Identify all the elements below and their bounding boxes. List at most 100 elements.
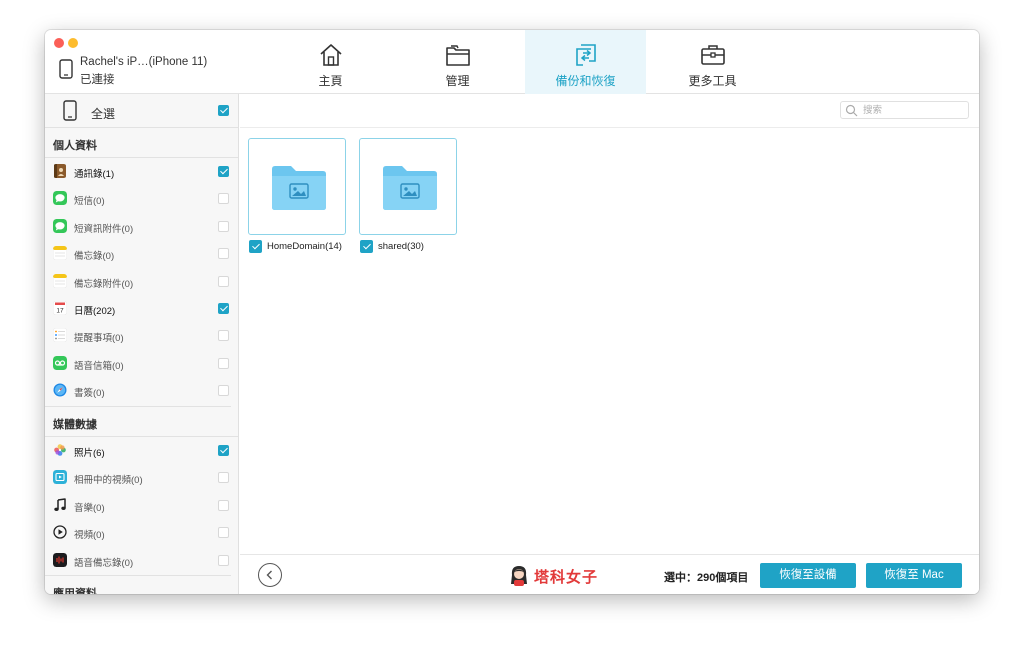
folder-label: HomeDomain(14) (267, 241, 342, 252)
sidebar-item-checkbox[interactable] (218, 472, 229, 484)
close-window-button[interactable] (54, 38, 64, 48)
restore-to-device-button[interactable]: 恢復至設備 (760, 563, 856, 588)
notes-attachments-icon (53, 273, 67, 288)
sidebar-item-label: 語音備忘錄(0) (74, 557, 134, 569)
section-media-data: 媒體數據 (45, 407, 238, 437)
section-app-data: 應用資料 (45, 576, 238, 594)
restore-to-mac-button[interactable]: 恢復至 Mac (866, 563, 962, 588)
sidebar-item-label: 音樂(0) (74, 502, 105, 514)
folder-card-homedomain[interactable] (248, 138, 346, 235)
sidebar-item[interactable]: 相冊中的視頻(0) (45, 464, 238, 491)
svg-text:17: 17 (56, 308, 64, 315)
sidebar-item-checkbox[interactable] (218, 166, 229, 177)
sidebar-item[interactable]: 備忘錄(0) (45, 240, 238, 267)
brand-text: 塔科女子 (534, 569, 599, 586)
sidebar-item-label: 語音信箱(0) (74, 360, 124, 372)
search-bar (240, 94, 979, 128)
iphone-icon (59, 59, 73, 79)
photo-folder-icon (383, 166, 437, 210)
sidebar-item-checkbox[interactable] (218, 385, 229, 397)
minimize-window-button[interactable] (68, 38, 78, 48)
folder-card-shared[interactable] (359, 138, 457, 235)
folder-checkbox[interactable] (249, 240, 262, 253)
tab-manage-label: 管理 (445, 74, 470, 88)
sidebar-item-label: 短信(0) (74, 196, 105, 208)
sidebar-item-label: 視頻(0) (74, 530, 105, 542)
search-icon (845, 104, 858, 117)
photos-icon (54, 444, 66, 456)
toolbox-icon (701, 45, 725, 65)
sidebar-item-label: 日曆(202) (74, 306, 116, 317)
search-input[interactable] (863, 103, 963, 117)
sidebar-item[interactable]: 備忘錄附件(0) (45, 268, 238, 295)
brand-avatar-icon (511, 566, 527, 586)
sidebar-item-checkbox[interactable] (218, 527, 229, 539)
app-window: Rachel's iP…(iPhone 11) 已連接 主頁 管理 備份和恢復 … (45, 30, 979, 594)
messages-icon (53, 191, 67, 206)
iphone-icon (63, 100, 77, 121)
sidebar-item[interactable]: 書簽(0) (45, 377, 238, 404)
section-personal-data: 個人資料 (45, 128, 238, 158)
search-field[interactable] (840, 101, 969, 119)
music-icon (54, 497, 66, 511)
voice-memos-icon (53, 552, 67, 567)
select-all-label: 全選 (91, 107, 116, 121)
home-icon (320, 44, 342, 66)
tab-backup-restore-label: 備份和恢復 (555, 74, 616, 88)
sidebar-item-checkbox[interactable] (218, 330, 229, 342)
sidebar-item-checkbox[interactable] (218, 554, 229, 566)
sidebar-item[interactable]: 提醒事項(0) (45, 322, 238, 349)
sidebar-item-label: 提醒事項(0) (74, 333, 124, 345)
select-all-row[interactable]: 全選 (45, 94, 238, 128)
sidebar-item[interactable]: 語音信箱(0) (45, 350, 238, 377)
video-icon (53, 525, 67, 539)
message-attachments-icon (53, 218, 67, 233)
sidebar-item[interactable]: 短資訊附件(0) (45, 213, 238, 240)
footer-bar: 塔科女子 選中：290個項目 恢復至設備 恢復至 Mac (240, 554, 979, 594)
sidebar-item-label: 書簽(0) (74, 388, 105, 400)
sidebar: 全選 個人資料 通訊錄(1) 短信(0) 短資訊附件(0) 備忘錄(0) 備忘錄附件(0… (45, 94, 239, 594)
select-all-checkbox[interactable] (218, 105, 229, 116)
sidebar-item[interactable]: 語音備忘錄(0) (45, 547, 238, 574)
sidebar-item-label: 通訊錄(1) (74, 169, 115, 180)
sidebar-item-label: 短資訊附件(0) (74, 223, 134, 235)
tab-home[interactable]: 主頁 (270, 30, 391, 94)
voicemail-icon (53, 355, 67, 370)
sidebar-item[interactable]: 照片(6) (45, 437, 238, 464)
tab-more-tools[interactable]: 更多工具 (652, 30, 773, 94)
sidebar-item-checkbox[interactable] (218, 357, 229, 369)
device-name: Rachel's iP…(iPhone 11) (80, 56, 208, 68)
tab-home-label: 主頁 (318, 74, 343, 88)
contacts-icon (54, 164, 66, 178)
sidebar-item-checkbox[interactable] (218, 248, 229, 260)
chevron-left-icon (266, 570, 272, 580)
sidebar-item[interactable]: 17 日曆(202) (45, 295, 238, 322)
sidebar-item-label: 相冊中的視頻(0) (74, 475, 143, 487)
sidebar-item-checkbox[interactable] (218, 499, 229, 511)
folder-checkbox[interactable] (360, 240, 373, 253)
sidebar-item[interactable]: 通訊錄(1) (45, 158, 238, 185)
tab-more-tools-label: 更多工具 (688, 74, 737, 88)
sidebar-item-label: 照片(6) (74, 448, 105, 459)
back-button[interactable] (258, 563, 282, 587)
sidebar-item-label: 備忘錄(0) (74, 251, 115, 263)
sidebar-item-checkbox[interactable] (218, 445, 229, 456)
sidebar-item-checkbox[interactable] (218, 275, 229, 287)
sidebar-item-checkbox[interactable] (218, 193, 229, 205)
section-title: 應用資料 (53, 588, 97, 594)
sidebar-item-label: 備忘錄附件(0) (74, 278, 134, 290)
sidebar-item[interactable]: 短信(0) (45, 185, 238, 212)
sidebar-item[interactable]: 視頻(0) (45, 519, 238, 546)
reminders-icon (53, 328, 67, 343)
sidebar-item-checkbox[interactable] (218, 220, 229, 232)
sidebar-item-checkbox[interactable] (218, 303, 229, 314)
sidebar-item[interactable]: 音樂(0) (45, 492, 238, 519)
notes-icon (53, 246, 67, 261)
folder-label: shared(30) (378, 241, 424, 252)
selected-count: 選中：290個項目 (664, 572, 749, 584)
tab-manage[interactable]: 管理 (397, 30, 518, 94)
section-title: 個人資料 (53, 140, 97, 152)
tab-backup-restore[interactable]: 備份和恢復 (525, 30, 646, 94)
calendar-icon: 17 (53, 301, 67, 315)
toolbar: Rachel's iP…(iPhone 11) 已連接 主頁 管理 備份和恢復 … (45, 30, 979, 94)
